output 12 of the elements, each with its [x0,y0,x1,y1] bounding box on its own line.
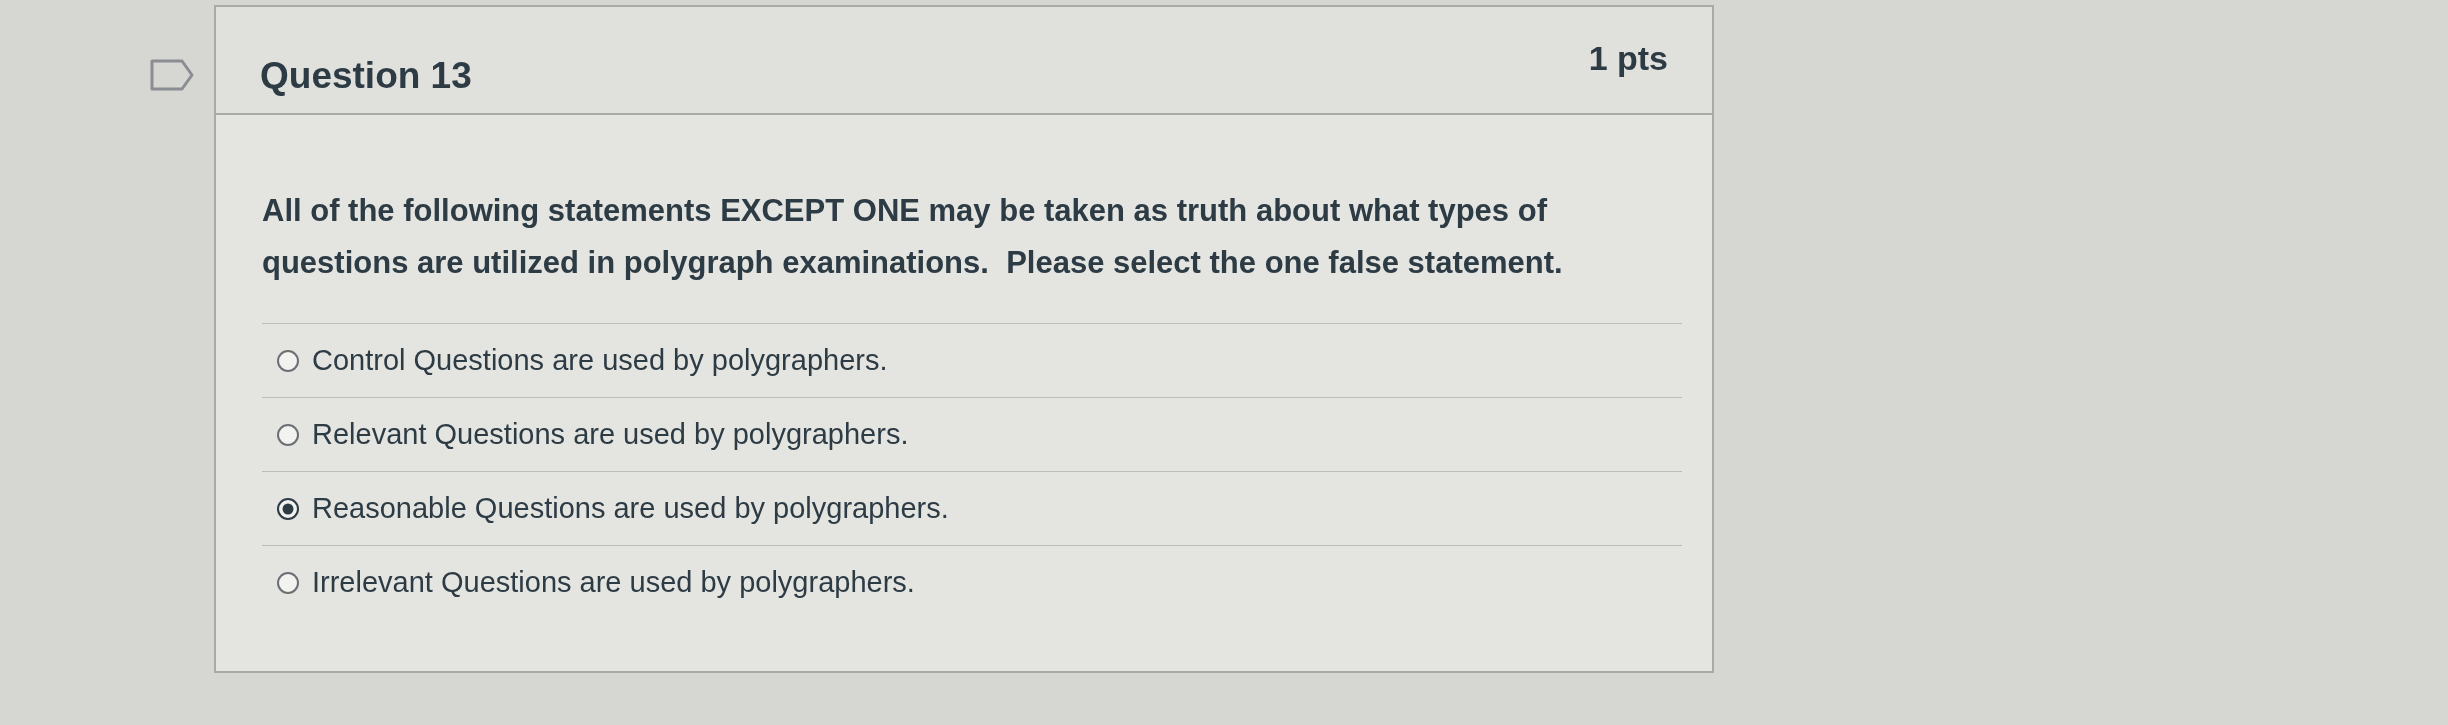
question-title: Question 13 [260,55,472,97]
radio-button[interactable] [276,570,300,595]
radio-button[interactable] [276,348,300,373]
points-label: 1 pts [1588,39,1668,78]
question-text: All of the following statements EXCEPT ONE may be taken as truth about what types of questions are utilized in polygraph examinations. Please select the one false statement. [262,192,1564,282]
answer-option[interactable]: Control Questions are used by polygraphers. [262,324,1682,398]
answer-option[interactable]: Reasonable Questions are used by polygraphers. [262,472,1682,546]
answer-option[interactable]: Relevant Questions are used by polygraphers. [262,398,1682,472]
flag-icon[interactable] [150,59,194,91]
answer-option[interactable]: Irrelevant Questions are used by polygraphers. [262,546,1682,619]
radio-button[interactable] [276,496,300,521]
radio-button[interactable] [276,422,300,447]
